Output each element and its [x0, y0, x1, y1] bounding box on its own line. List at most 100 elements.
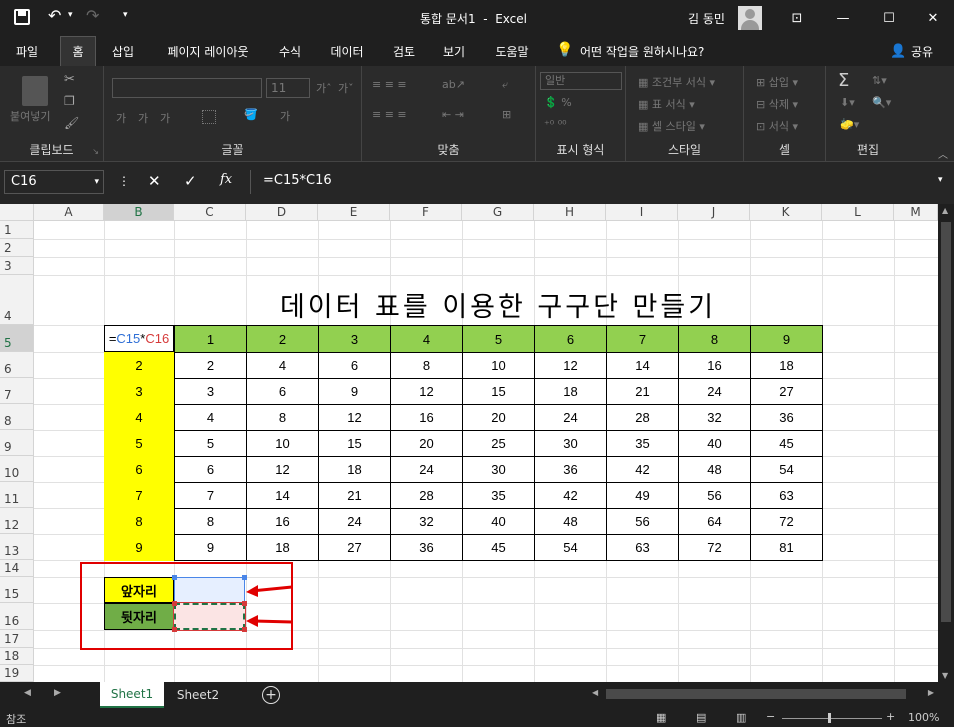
insert-function-icon[interactable]: fx — [220, 172, 232, 187]
scroll-down-icon[interactable]: ▼ — [942, 671, 948, 680]
scroll-right-icon[interactable]: ▶ — [928, 688, 934, 697]
more-options-icon[interactable]: ⋮ — [118, 174, 130, 188]
table-row-header[interactable]: 4 — [104, 404, 175, 431]
table-cell[interactable]: 45 — [750, 430, 823, 457]
table-cell[interactable]: 36 — [390, 534, 463, 561]
wrap-text-icon[interactable]: ⤶ — [502, 78, 508, 92]
column-header-a[interactable]: A — [34, 204, 104, 221]
number-format-box[interactable]: 일반 — [540, 72, 622, 90]
paste-icon[interactable] — [22, 76, 48, 106]
qat-customize-icon[interactable]: ▾ — [123, 10, 128, 20]
table-cell[interactable]: 40 — [678, 430, 751, 457]
table-cell[interactable]: 5 — [174, 430, 247, 457]
row-header-13[interactable]: 13 — [0, 534, 34, 560]
zoom-slider[interactable] — [782, 718, 882, 719]
namebox-dropdown-icon[interactable]: ▾ — [94, 171, 99, 193]
tab-help[interactable]: 도움말 — [486, 36, 538, 66]
tab-review[interactable]: 검토 — [384, 36, 424, 66]
table-cell[interactable]: 72 — [750, 508, 823, 535]
table-cell[interactable]: 6 — [246, 378, 319, 405]
table-col-header[interactable]: 1 — [174, 325, 247, 353]
table-cell[interactable]: 9 — [174, 534, 247, 561]
namebox[interactable]: C16 ▾ — [4, 170, 104, 194]
table-cell[interactable]: 4 — [246, 352, 319, 379]
normal-view-icon[interactable]: ▦ — [656, 711, 666, 724]
table-cell[interactable]: 8 — [246, 404, 319, 431]
bold-icon[interactable]: 가 — [116, 110, 126, 126]
row-header-2[interactable]: 2 — [0, 239, 34, 257]
horizontal-scrollbar[interactable]: ◀ ▶ — [590, 687, 936, 701]
table-cell[interactable]: 18 — [246, 534, 319, 561]
add-sheet-icon[interactable]: + — [262, 686, 280, 704]
ribbon-display-options-icon[interactable]: ⊡ — [774, 0, 820, 36]
tell-me-search[interactable]: 어떤 작업을 원하시나요? — [580, 36, 730, 66]
column-header-b[interactable]: B — [104, 204, 174, 221]
table-cell[interactable]: 24 — [390, 456, 463, 483]
column-header-d[interactable]: D — [246, 204, 318, 221]
table-cell[interactable]: 63 — [606, 534, 679, 561]
column-header-e[interactable]: E — [318, 204, 390, 221]
table-cell[interactable]: 10 — [462, 352, 535, 379]
merge-center-icon[interactable]: ⊞ — [502, 108, 511, 121]
font-name-box[interactable] — [112, 78, 262, 98]
table-cell[interactable]: 48 — [534, 508, 607, 535]
tab-formulas[interactable]: 수식 — [270, 36, 310, 66]
select-all-corner[interactable] — [0, 204, 34, 221]
user-name[interactable]: 김 동민 — [688, 10, 725, 27]
row-header-18[interactable]: 18 — [0, 648, 34, 665]
maximize-button[interactable]: ☐ — [866, 0, 912, 36]
fill-icon[interactable]: ⬇▾ — [840, 96, 855, 109]
table-cell[interactable]: 8 — [174, 508, 247, 535]
italic-icon[interactable]: 가 — [138, 110, 148, 126]
formula-cell-b5[interactable]: = C15 * C16 — [104, 325, 174, 352]
table-cell[interactable]: 8 — [390, 352, 463, 379]
table-cell[interactable]: 3 — [174, 378, 247, 405]
table-cell[interactable]: 21 — [318, 482, 391, 509]
shrink-font-icon[interactable]: 가ˇ — [338, 80, 354, 96]
save-icon[interactable] — [14, 9, 30, 25]
table-cell[interactable]: 36 — [750, 404, 823, 431]
grow-font-icon[interactable]: 가ˆ — [316, 80, 332, 96]
table-cell[interactable]: 15 — [462, 378, 535, 405]
table-row-header[interactable]: 8 — [104, 508, 175, 535]
format-painter-icon[interactable]: 🖌 — [64, 116, 79, 130]
row-header-17[interactable]: 17 — [0, 630, 34, 648]
cut-icon[interactable]: ✂ — [64, 72, 75, 87]
find-icon[interactable]: 🔍▾ — [872, 96, 891, 109]
table-cell[interactable]: 24 — [318, 508, 391, 535]
cancel-icon[interactable]: ✕ — [148, 172, 161, 190]
table-cell[interactable]: 4 — [174, 404, 247, 431]
table-col-header[interactable]: 2 — [246, 325, 319, 353]
table-cell[interactable]: 56 — [678, 482, 751, 509]
table-cell[interactable]: 10 — [246, 430, 319, 457]
zoom-out-icon[interactable]: − — [766, 710, 775, 723]
zoom-level[interactable]: 100% — [908, 711, 939, 724]
column-header-l[interactable]: L — [822, 204, 894, 221]
row-header-14[interactable]: 14 — [0, 560, 34, 577]
table-cell[interactable]: 14 — [606, 352, 679, 379]
share-button[interactable]: 공유 — [906, 36, 938, 66]
worksheet-grid[interactable]: 1 2 3 4 5 6 7 8 9 2 3 4 5 6 7 8 9 2 4 6 8 10 12 14 16 18 3 6 9 12 15 18… — [0, 204, 954, 682]
table-cell[interactable]: 30 — [462, 456, 535, 483]
cell-style-button[interactable]: ▦ 셀 스타일 ▾ — [638, 118, 705, 134]
row-header-5[interactable]: 5 — [0, 325, 34, 352]
table-cell[interactable]: 35 — [606, 430, 679, 457]
table-row-header[interactable]: 5 — [104, 430, 175, 457]
indent-icon[interactable]: ⇤ ⇥ — [442, 108, 464, 121]
tab-view[interactable]: 보기 — [434, 36, 474, 66]
collapse-ribbon-icon[interactable]: ︿ — [938, 146, 948, 161]
row-header-19[interactable]: 19 — [0, 665, 34, 682]
table-cell[interactable]: 32 — [390, 508, 463, 535]
border-icon[interactable] — [202, 110, 216, 124]
table-col-header[interactable]: 5 — [462, 325, 535, 353]
tab-data[interactable]: 데이터 — [322, 36, 372, 66]
table-cell[interactable]: 27 — [318, 534, 391, 561]
row-header-9[interactable]: 9 — [0, 430, 34, 456]
table-row-header[interactable]: 9 — [104, 534, 175, 561]
table-cell[interactable]: 36 — [534, 456, 607, 483]
tab-file[interactable]: 파일 — [4, 36, 50, 66]
table-cell[interactable]: 28 — [390, 482, 463, 509]
table-row-header[interactable]: 7 — [104, 482, 175, 509]
row-header-11[interactable]: 11 — [0, 482, 34, 508]
table-cell[interactable]: 35 — [462, 482, 535, 509]
